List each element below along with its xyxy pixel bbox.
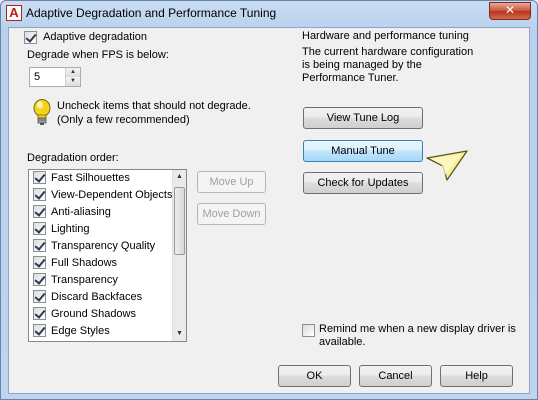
close-icon: ✕ (504, 3, 516, 17)
info-text-line2: (Only a few recommended) (57, 114, 190, 126)
remind-driver-label-line2: available. (319, 336, 366, 348)
remind-driver-label-line1: Remind me when a new display driver is (319, 323, 516, 335)
fps-decrease-button[interactable]: ▼ (66, 77, 80, 86)
item-checkbox[interactable] (33, 221, 46, 235)
scroll-thumb[interactable] (174, 187, 185, 255)
item-label: Discard Backfaces (51, 291, 143, 303)
list-scrollbar[interactable]: ▲ ▼ (172, 170, 186, 341)
close-button[interactable]: ✕ (489, 2, 531, 20)
dialog-window: A Adaptive Degradation and Performance T… (0, 0, 538, 400)
ok-button[interactable]: OK (278, 365, 351, 387)
dialog-client: Adaptive degradation Degrade when FPS is… (8, 27, 530, 394)
list-item[interactable]: Transparency Quality (29, 238, 186, 255)
item-checkbox[interactable] (33, 238, 46, 252)
hardware-desc-line2: is being managed by the (302, 59, 422, 71)
list-item[interactable]: Lighting (29, 221, 186, 238)
item-checkbox[interactable] (33, 289, 46, 303)
item-label: Edge Styles (51, 325, 110, 337)
item-checkbox[interactable] (33, 187, 46, 201)
item-checkbox[interactable] (33, 255, 46, 269)
list-item[interactable]: Transparency (29, 272, 186, 289)
item-label: Transparency (51, 274, 118, 286)
item-label: Anti-aliasing (51, 206, 111, 218)
remind-driver-check[interactable] (302, 324, 315, 337)
item-checkbox[interactable] (33, 272, 46, 286)
list-item[interactable]: View-Dependent Objects (29, 187, 186, 204)
view-tune-log-button[interactable]: View Tune Log (303, 107, 423, 129)
move-up-button[interactable]: Move Up (197, 171, 266, 193)
list-item[interactable]: Fast Silhouettes (29, 170, 186, 187)
item-label: Lighting (51, 223, 90, 235)
adaptive-degradation-checkbox[interactable]: Adaptive degradation (24, 31, 147, 44)
scroll-up-arrow-icon[interactable]: ▲ (173, 170, 186, 184)
item-checkbox[interactable] (33, 204, 46, 218)
adaptive-degradation-check[interactable] (24, 31, 37, 44)
list-item[interactable]: Anti-aliasing (29, 204, 186, 221)
list-item[interactable]: Discard Backfaces (29, 289, 186, 306)
hardware-heading: Hardware and performance tuning (302, 30, 469, 42)
item-label: Ground Shadows (51, 308, 136, 320)
degradation-order-list[interactable]: Fast Silhouettes View-Dependent Objects … (28, 169, 187, 342)
fps-value[interactable]: 5 (34, 71, 40, 83)
item-checkbox[interactable] (33, 306, 46, 320)
info-text-line1: Uncheck items that should not degrade. (57, 100, 251, 112)
item-label: Transparency Quality (51, 240, 156, 252)
hardware-desc-line3: Performance Tuner. (302, 72, 399, 84)
hardware-desc-line1: The current hardware configuration (302, 46, 474, 58)
scroll-down-arrow-icon[interactable]: ▼ (173, 327, 186, 341)
fps-stepper[interactable]: 5 ▲ ▼ (29, 67, 81, 87)
item-label: Full Shadows (51, 257, 118, 269)
lightbulb-icon (33, 99, 51, 125)
degradation-order-label: Degradation order: (27, 152, 119, 164)
window-title: Adaptive Degradation and Performance Tun… (26, 6, 277, 20)
help-button[interactable]: Help (440, 365, 513, 387)
pointer-arrow-icon (426, 150, 468, 181)
app-icon: A (6, 5, 22, 21)
remind-driver-checkbox[interactable] (302, 324, 315, 337)
item-checkbox[interactable] (33, 170, 46, 184)
item-checkbox[interactable] (33, 323, 46, 337)
check-for-updates-button[interactable]: Check for Updates (303, 172, 423, 194)
adaptive-degradation-label: Adaptive degradation (43, 31, 148, 44)
list-item[interactable]: Edge Styles (29, 323, 186, 340)
manual-tune-button[interactable]: Manual Tune (303, 140, 423, 162)
list-item[interactable]: Full Shadows (29, 255, 186, 272)
item-label: View-Dependent Objects (51, 189, 173, 201)
list-item[interactable]: Ground Shadows (29, 306, 186, 323)
fps-label: Degrade when FPS is below: (27, 49, 169, 61)
move-down-button[interactable]: Move Down (197, 203, 266, 225)
title-bar[interactable]: A Adaptive Degradation and Performance T… (1, 1, 537, 27)
cancel-button[interactable]: Cancel (359, 365, 432, 387)
fps-increase-button[interactable]: ▲ (66, 68, 80, 77)
item-label: Fast Silhouettes (51, 172, 130, 184)
